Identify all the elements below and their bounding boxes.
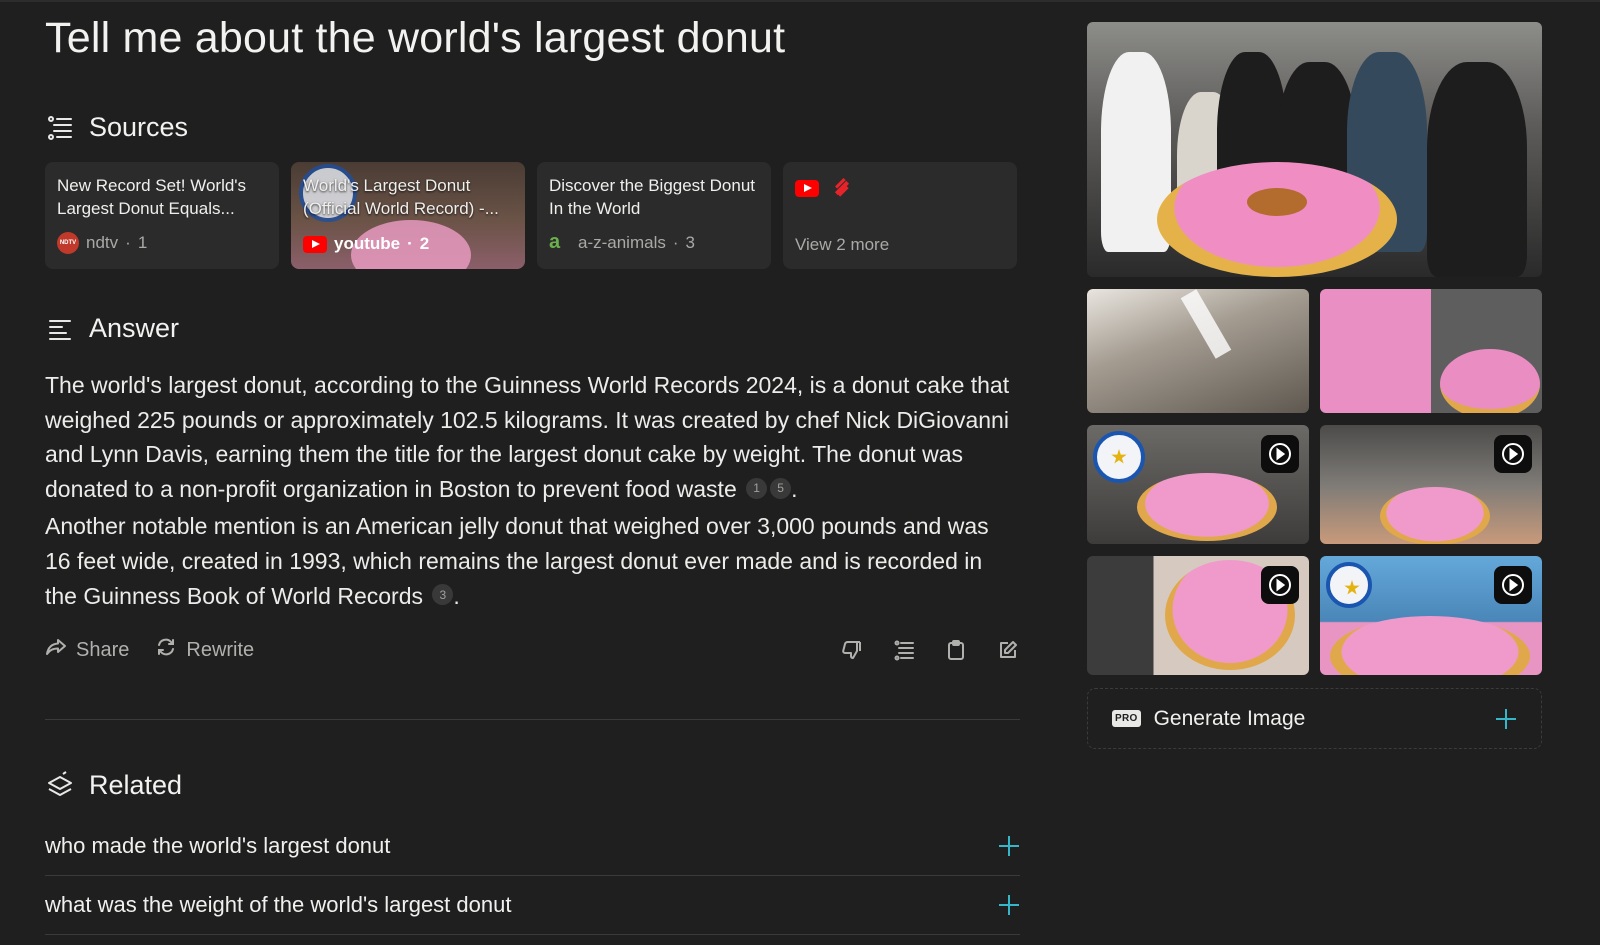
layers-icon bbox=[45, 770, 75, 801]
top-border bbox=[0, 0, 1600, 2]
source-title: World's Largest Donut (Official World Re… bbox=[303, 176, 499, 218]
play-icon bbox=[1261, 435, 1299, 473]
clipboard-icon[interactable] bbox=[944, 638, 968, 662]
pro-badge: PRO bbox=[1112, 710, 1141, 727]
answer-body: The world's largest donut, according to … bbox=[45, 368, 1020, 613]
section-divider bbox=[45, 719, 1020, 720]
page-title: Tell me about the world's largest donut bbox=[45, 14, 786, 62]
citation-badge[interactable]: 3 bbox=[432, 584, 454, 606]
play-icon bbox=[1494, 435, 1532, 473]
source-meta: NDTV ndtv · 1 bbox=[57, 232, 147, 254]
source-meta: youtube · 2 bbox=[303, 234, 429, 254]
source-title: Discover the Biggest Donut In the World bbox=[549, 176, 755, 218]
related-header: Related bbox=[45, 770, 182, 801]
sources-heading: Sources bbox=[89, 112, 189, 142]
sources-header: Sources bbox=[45, 112, 188, 143]
sources-row: New Record Set! World's Largest Donut Eq… bbox=[45, 162, 1020, 269]
guinness-seal-icon bbox=[1326, 562, 1372, 608]
image-thumbnail[interactable] bbox=[1087, 22, 1542, 277]
source-index: 2 bbox=[419, 234, 430, 253]
generate-image-button[interactable]: PRO Generate Image bbox=[1087, 688, 1542, 749]
plus-icon bbox=[998, 894, 1020, 916]
play-icon bbox=[1261, 566, 1299, 604]
play-icon bbox=[1494, 566, 1532, 604]
source-index: 3 bbox=[685, 232, 695, 252]
align-left-icon bbox=[45, 314, 75, 344]
video-thumbnail[interactable] bbox=[1087, 556, 1309, 675]
thumbs-down-icon[interactable] bbox=[840, 638, 864, 662]
more-source-icons bbox=[795, 178, 1005, 198]
related-item[interactable]: who made the world's largest donut bbox=[45, 817, 1020, 876]
source-card-az-animals[interactable]: Discover the Biggest Donut In the World … bbox=[537, 162, 771, 269]
citation-badge[interactable]: 1 bbox=[746, 477, 768, 499]
donut-image bbox=[1157, 162, 1397, 277]
source-card-youtube[interactable]: World's Largest Donut (Official World Re… bbox=[291, 162, 525, 269]
list-icon bbox=[45, 113, 75, 143]
guinness-seal-icon bbox=[1093, 431, 1145, 483]
answer-tools bbox=[840, 638, 1020, 662]
related-item[interactable]: what was the weight of the world's large… bbox=[45, 876, 1020, 935]
source-site: youtube bbox=[334, 234, 401, 253]
plus-icon bbox=[1495, 708, 1517, 730]
citation-badge[interactable]: 5 bbox=[770, 477, 792, 499]
source-meta: a a-z-animals · 3 bbox=[549, 231, 695, 253]
share-button[interactable]: Share bbox=[45, 636, 129, 664]
image-thumbnail[interactable] bbox=[1320, 289, 1542, 413]
answer-actions: Share Rewrite bbox=[45, 633, 1020, 667]
video-thumbnail[interactable] bbox=[1087, 425, 1309, 544]
edit-icon[interactable] bbox=[996, 638, 1020, 662]
ndtv-icon: NDTV bbox=[57, 232, 79, 254]
generate-image-label: Generate Image bbox=[1153, 706, 1306, 730]
rewrite-button[interactable]: Rewrite bbox=[155, 636, 254, 664]
image-thumbnail[interactable] bbox=[1087, 289, 1309, 413]
site-logo-icon bbox=[831, 178, 851, 198]
view-more-link: View 2 more bbox=[795, 235, 890, 254]
source-title: New Record Set! World's Largest Donut Eq… bbox=[57, 176, 247, 218]
sources-list-icon[interactable] bbox=[892, 638, 916, 662]
view-more-sources-card[interactable]: View 2 more bbox=[783, 162, 1017, 269]
share-icon bbox=[45, 636, 67, 664]
answer-heading: Answer bbox=[89, 313, 180, 343]
video-thumbnail[interactable] bbox=[1320, 425, 1542, 544]
answer-paragraph-2: Another notable mention is an American j… bbox=[45, 513, 989, 609]
related-list: who made the world's largest donut what … bbox=[45, 817, 1020, 935]
answer-paragraph-1: The world's largest donut, according to … bbox=[45, 372, 1010, 502]
source-card-ndtv[interactable]: New Record Set! World's Largest Donut Eq… bbox=[45, 162, 279, 269]
youtube-icon bbox=[795, 179, 819, 197]
video-thumbnail[interactable] bbox=[1320, 556, 1542, 675]
related-heading: Related bbox=[89, 770, 183, 800]
source-index: 1 bbox=[137, 233, 148, 252]
answer-header: Answer bbox=[45, 313, 179, 344]
source-site: a-z-animals bbox=[578, 232, 666, 252]
az-animals-icon: a bbox=[549, 231, 561, 253]
youtube-icon bbox=[303, 235, 327, 253]
plus-icon bbox=[998, 835, 1020, 857]
source-site: ndtv bbox=[86, 233, 119, 252]
refresh-icon bbox=[155, 636, 177, 664]
